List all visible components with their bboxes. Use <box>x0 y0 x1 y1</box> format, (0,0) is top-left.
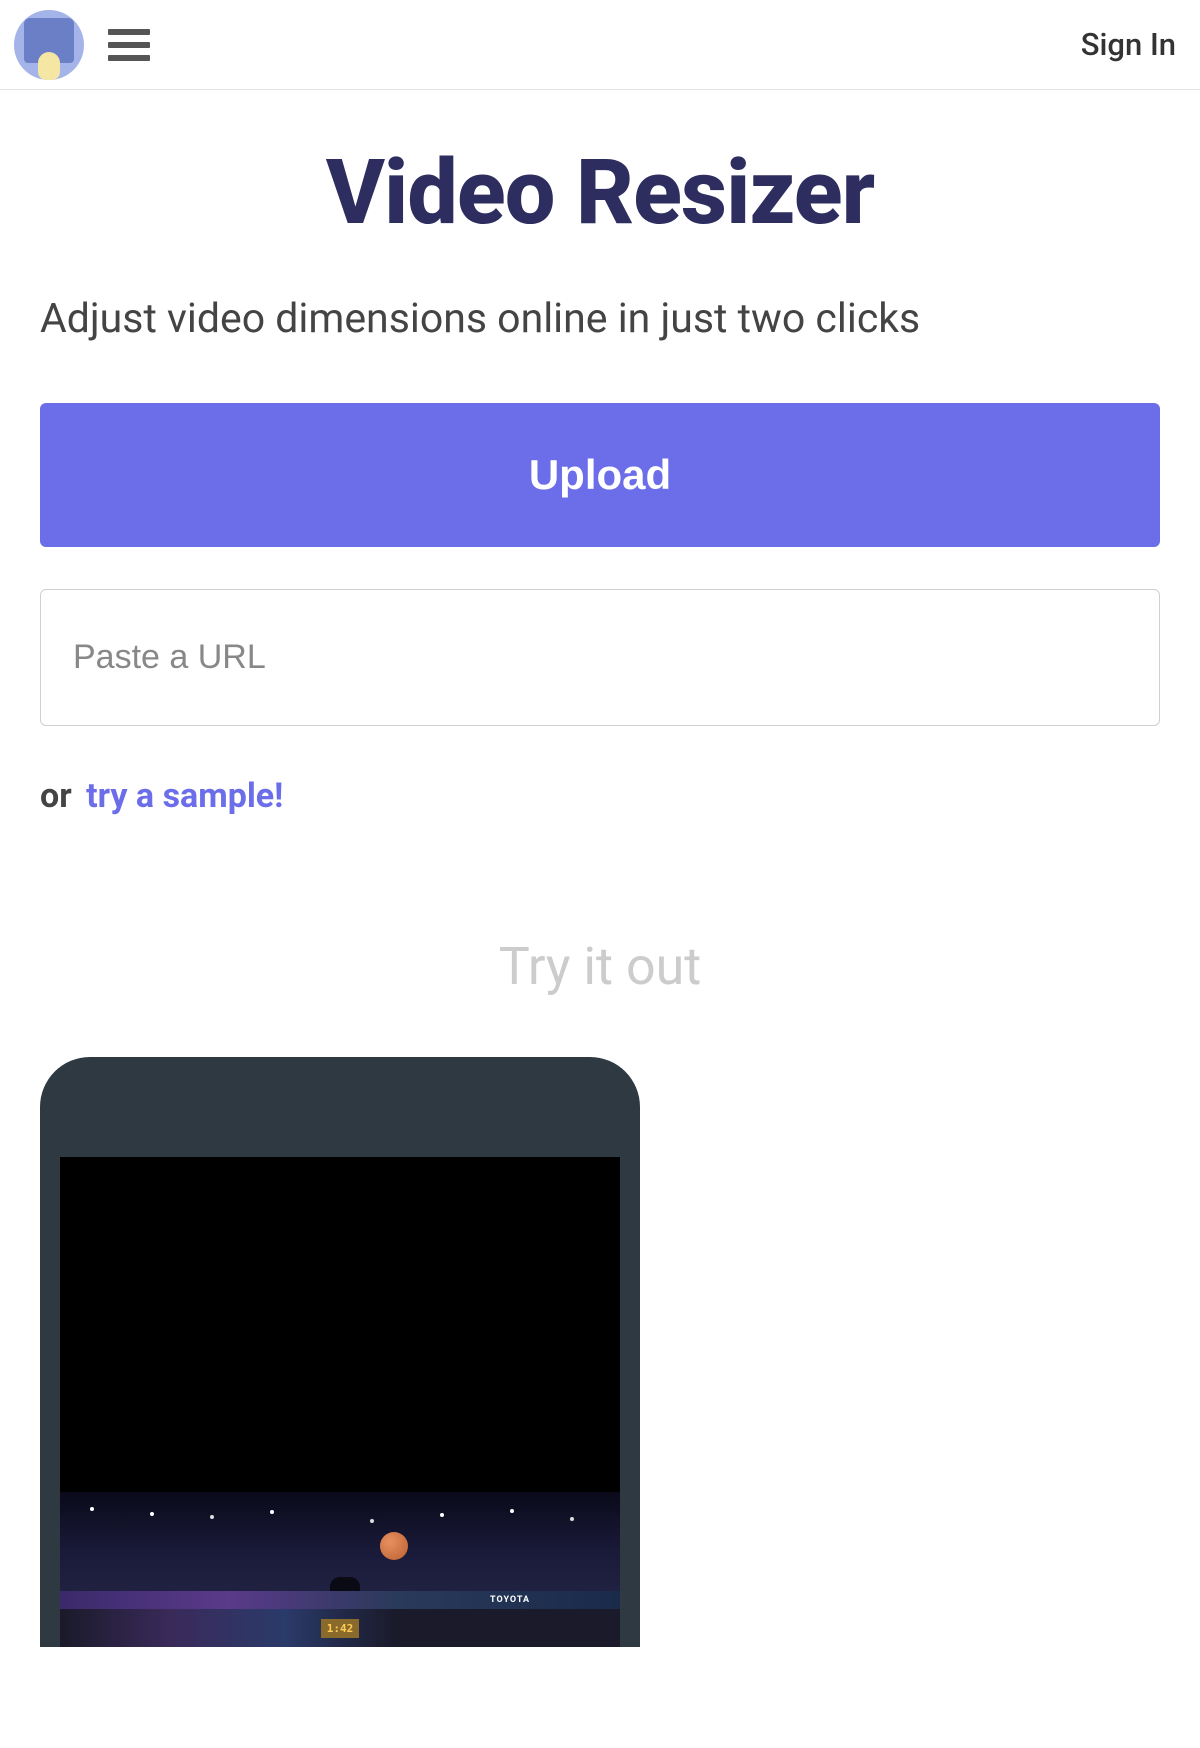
try-sample-link[interactable]: try a sample! <box>86 776 283 816</box>
phone-mockup: TOYOTA 1:42 <box>40 1057 640 1647</box>
or-text: or <box>40 776 72 816</box>
basketball-icon <box>380 1532 408 1560</box>
hamburger-menu-icon[interactable] <box>108 29 150 61</box>
try-it-out-heading: Try it out <box>40 936 1160 997</box>
main-content: Video Resizer Adjust video dimensions on… <box>0 90 1200 1647</box>
page-title: Video Resizer <box>40 140 1160 245</box>
app-header: Sign In <box>0 0 1200 90</box>
video-preview: TOYOTA 1:42 <box>60 1492 620 1647</box>
court-banner <box>60 1591 620 1609</box>
sponsor-text: TOYOTA <box>490 1595 530 1605</box>
sign-in-link[interactable]: Sign In <box>1081 26 1176 63</box>
url-input[interactable] <box>40 589 1160 726</box>
upload-button[interactable]: Upload <box>40 403 1160 547</box>
page-subtitle: Adjust video dimensions online in just t… <box>40 295 1160 343</box>
court-lower-banner: 1:42 <box>60 1609 620 1647</box>
phone-screen: TOYOTA 1:42 <box>60 1157 620 1647</box>
header-left-group <box>14 10 150 80</box>
or-sample-row: or try a sample! <box>40 776 1160 816</box>
arena-lights-decoration <box>60 1502 620 1532</box>
video-time-display: 1:42 <box>321 1619 360 1638</box>
scoreboard-area: TOYOTA 1:42 <box>60 1577 620 1647</box>
app-logo[interactable] <box>14 10 84 80</box>
